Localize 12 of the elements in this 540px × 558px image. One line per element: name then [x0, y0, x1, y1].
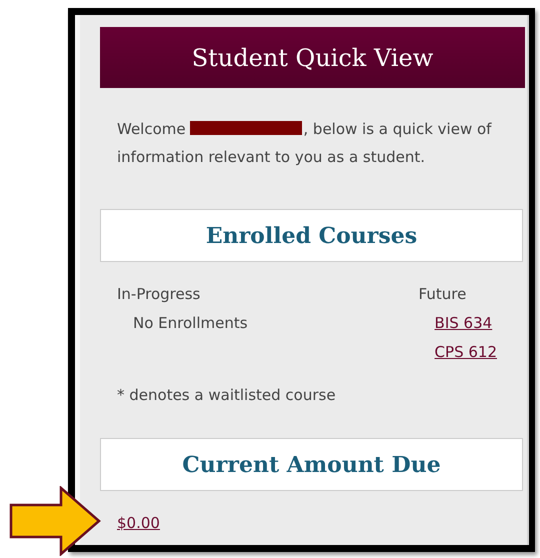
course-link[interactable]: CPS 612 [418, 338, 497, 367]
section-heading: Current Amount Due [182, 452, 441, 478]
welcome-text: Welcome , below is a quick view of information relevant to you as a student. [117, 119, 493, 168]
course-status: No Enrollments [132, 313, 248, 334]
column-heading: Future [418, 284, 466, 305]
waitlist-note: * denotes a waitlisted course [117, 386, 337, 404]
section-heading: Enrolled Courses [206, 222, 418, 248]
arrow-icon [9, 486, 101, 556]
course-link[interactable]: BIS 634 [418, 309, 492, 338]
panel-title: Student Quick View [100, 27, 525, 88]
column-heading: In-Progress [117, 284, 202, 305]
amount-link[interactable]: $0.00 [117, 514, 160, 532]
